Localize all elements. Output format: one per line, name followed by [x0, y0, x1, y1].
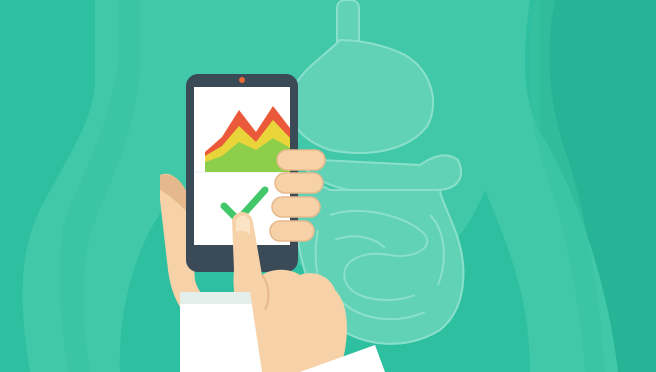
finger-2 — [274, 172, 324, 194]
illustration-frame — [0, 0, 656, 372]
left-sleeve-cuff — [180, 292, 252, 304]
health-app-illustration — [0, 0, 656, 372]
finger-1 — [276, 149, 326, 171]
finger-4 — [269, 220, 315, 242]
phone-camera-icon — [239, 77, 245, 83]
finger-3 — [271, 196, 321, 218]
